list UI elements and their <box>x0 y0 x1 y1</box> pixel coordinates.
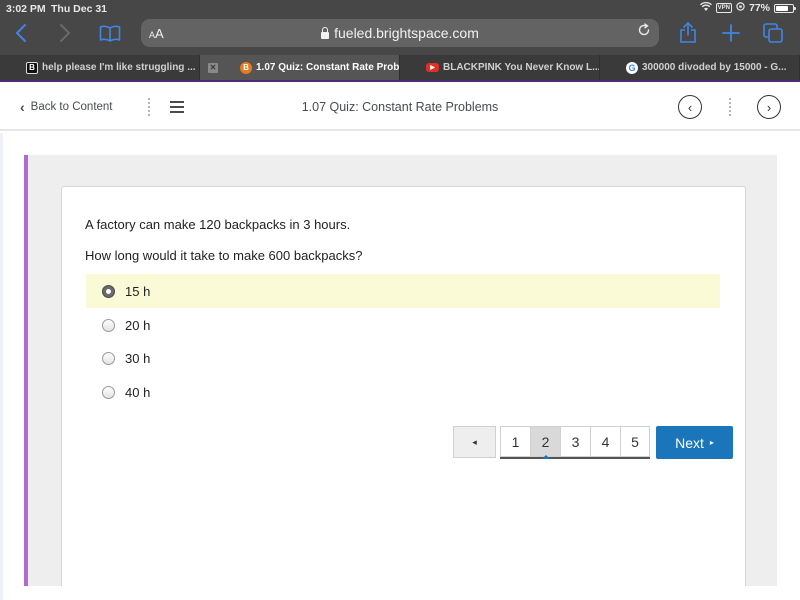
lock-icon <box>321 27 330 39</box>
divider <box>148 98 150 116</box>
divider <box>729 98 731 116</box>
radio-button[interactable] <box>102 351 115 365</box>
browser-forward-button[interactable] <box>54 20 76 46</box>
next-button[interactable]: Next ▸ <box>656 426 733 459</box>
question-prompt: How long would it take to make 600 backp… <box>85 248 363 263</box>
answer-option[interactable]: 30 h <box>86 341 720 375</box>
new-tab-button[interactable] <box>718 20 744 46</box>
url-text: fueled.brightspace.com <box>334 25 479 41</box>
answer-label: 40 h <box>125 384 151 400</box>
close-tab-icon[interactable]: ✕ <box>208 63 218 73</box>
vpn-icon: VPN <box>715 3 732 13</box>
battery-percent: 77% <box>748 2 770 14</box>
status-date: Thu Dec 31 <box>51 3 108 15</box>
page-button-3[interactable]: 3 <box>560 426 590 457</box>
tab-title: 300000 divoded by 15000 - G... <box>642 62 787 73</box>
reload-icon <box>638 23 650 36</box>
status-indicators: VPN 77% <box>699 1 796 14</box>
tab-title: BLACKPINK You Never Know L... <box>443 62 600 73</box>
google-icon: G <box>626 61 638 74</box>
page-button-5[interactable]: 5 <box>620 426 650 457</box>
triangle-left-icon: ◂ <box>472 436 477 447</box>
menu-icon-bar <box>170 111 184 113</box>
youtube-icon: ▶ <box>426 63 439 72</box>
menu-icon-bar <box>170 106 184 108</box>
browser-tab[interactable]: B help please I'm like struggling ... <box>0 55 200 80</box>
address-bar[interactable]: AA fueled.brightspace.com <box>141 19 659 47</box>
tab-strip: B help please I'm like struggling ... ✕ … <box>0 55 800 82</box>
radio-button-checked[interactable] <box>102 284 115 298</box>
back-to-content-label: Back to Content <box>30 101 113 113</box>
status-time: 3:02 PM <box>6 3 46 15</box>
quiz-accent-bar <box>24 155 28 586</box>
table-of-contents-button[interactable] <box>170 101 184 113</box>
chevron-right-icon: › <box>766 99 772 115</box>
answer-label: 20 h <box>125 317 151 333</box>
tab-title: 1.07 Quiz: Constant Rate Probl... <box>256 62 400 73</box>
radio-button[interactable] <box>102 385 115 399</box>
back-to-content-link[interactable]: ‹ Back to Content <box>20 99 113 115</box>
answer-label: 15 h <box>125 283 151 299</box>
left-gutter <box>0 133 3 600</box>
reload-button[interactable] <box>637 23 651 41</box>
answer-label: 30 h <box>125 350 151 366</box>
d2l-icon: B <box>240 61 252 74</box>
chevron-left-icon: ‹ <box>687 99 693 115</box>
content-navbar: ‹ Back to Content 1.07 Quiz: Constant Ra… <box>0 84 800 131</box>
chevron-left-icon: ‹ <box>20 99 25 115</box>
previous-page-button[interactable]: ◂ <box>453 426 496 458</box>
plus-icon <box>722 24 740 42</box>
radio-button[interactable] <box>102 318 115 332</box>
bookmarks-button[interactable] <box>96 20 124 46</box>
share-button[interactable] <box>675 20 701 46</box>
url-display[interactable]: fueled.brightspace.com <box>141 25 659 41</box>
question-text: A factory can make 120 backpacks in 3 ho… <box>85 217 351 232</box>
previous-topic-button[interactable]: ‹ <box>678 95 702 119</box>
triangle-right-icon: ▸ <box>709 438 714 447</box>
status-bar: 3:02 PM Thu Dec 31 VPN 77% <box>0 0 800 17</box>
answer-option[interactable]: 20 h <box>86 308 720 342</box>
brainly-icon: B <box>26 61 38 74</box>
page-button-1[interactable]: 1 <box>500 426 530 457</box>
page-button-2-current[interactable]: 2 <box>530 426 560 459</box>
browser-tab[interactable]: G 300000 divoded by 15000 - G... <box>600 55 800 80</box>
answer-option[interactable]: 40 h <box>86 375 720 409</box>
next-label: Next <box>675 434 704 451</box>
tab-overview-button[interactable] <box>760 20 786 46</box>
menu-icon-bar <box>170 101 184 103</box>
wifi-icon <box>699 1 712 14</box>
page-numbers: 1 2 3 4 5 <box>500 426 650 459</box>
share-icon <box>680 22 696 43</box>
page-button-4[interactable]: 4 <box>590 426 620 457</box>
battery-fill <box>776 5 789 11</box>
orientation-lock-icon <box>736 2 745 14</box>
tab-title: help please I'm like struggling ... <box>42 62 196 73</box>
browser-back-button[interactable] <box>10 20 32 46</box>
browser-tab-active[interactable]: ✕ B 1.07 Quiz: Constant Rate Probl... <box>200 55 400 80</box>
battery-icon <box>774 3 796 13</box>
next-topic-button[interactable]: › <box>757 95 781 119</box>
page-title: 1.07 Quiz: Constant Rate Problems <box>301 100 499 114</box>
answer-option[interactable]: 15 h <box>86 274 720 308</box>
book-icon <box>99 25 121 42</box>
tabs-icon <box>763 23 783 43</box>
browser-chrome: 3:02 PM Thu Dec 31 VPN 77% AA fueled.bri… <box>0 0 800 55</box>
browser-tab[interactable]: ▶ BLACKPINK You Never Know L... <box>400 55 600 80</box>
